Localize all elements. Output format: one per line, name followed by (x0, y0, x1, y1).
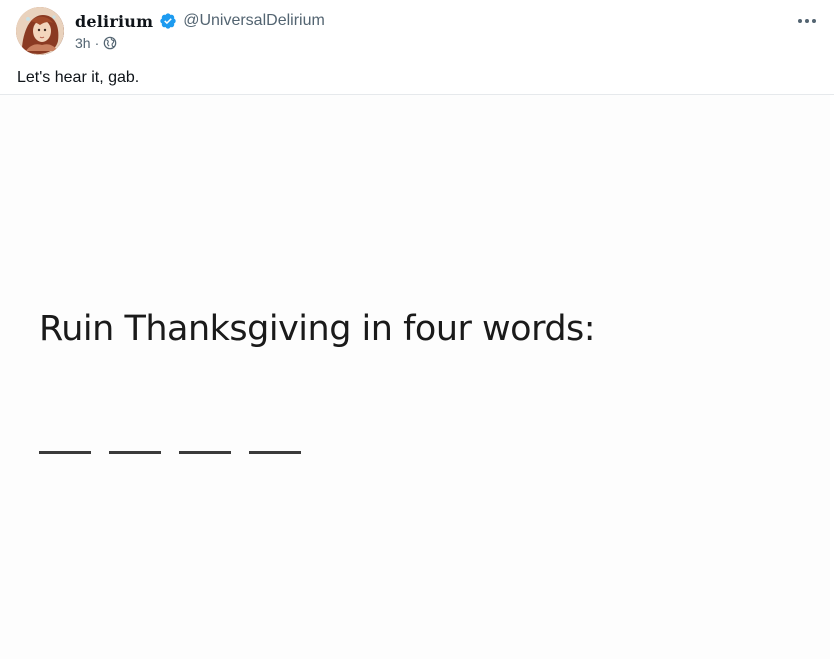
avatar[interactable] (16, 7, 64, 55)
blank-line (179, 451, 231, 454)
post-meta: 3h · (75, 35, 117, 51)
blank-line (109, 451, 161, 454)
media-edge (830, 95, 834, 659)
blank-line (39, 451, 91, 454)
author-display-name[interactable]: delirium (75, 12, 153, 31)
globe-icon (103, 36, 117, 50)
more-options-button[interactable] (796, 12, 818, 30)
media-blanks (39, 451, 301, 454)
more-dots-icon (798, 19, 816, 23)
post-text: Let's hear it, gab. (17, 69, 140, 86)
meta-separator: · (94, 35, 100, 51)
media-headline: Ruin Thanksgiving in four words: (39, 309, 596, 349)
author-handle[interactable]: @UniversalDelirium (183, 12, 325, 30)
post-timestamp[interactable]: 3h (75, 35, 91, 51)
author-row: delirium @UniversalDelirium (75, 10, 325, 32)
post-media-image[interactable]: Ruin Thanksgiving in four words: (0, 95, 830, 659)
verified-badge-icon (159, 12, 177, 30)
blank-line (249, 451, 301, 454)
post-card: delirium @UniversalDelirium 3h · Let's h… (0, 0, 834, 659)
